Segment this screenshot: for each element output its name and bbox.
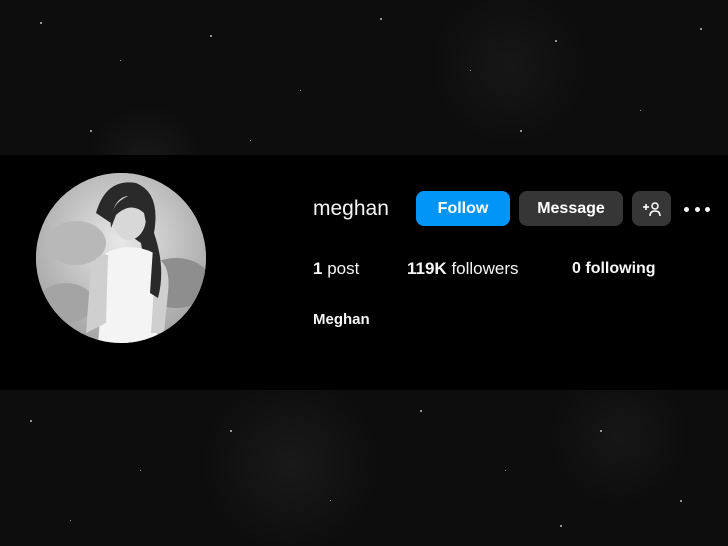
dot-icon (705, 206, 710, 212)
person-plus-icon (642, 201, 661, 216)
followers-count: 119K (407, 259, 447, 278)
follow-button[interactable]: Follow (416, 191, 510, 226)
following-label: following (585, 260, 656, 277)
avatar[interactable] (36, 173, 206, 343)
following-stat[interactable]: 0 following (572, 258, 656, 280)
followers-stat[interactable]: 119K followers (407, 258, 519, 280)
dot-icon (684, 206, 689, 212)
dot-icon (694, 206, 700, 212)
profile-photo-icon (36, 173, 206, 343)
display-name: Meghan (313, 311, 370, 328)
profile-username: meghan (313, 197, 389, 220)
following-count: 0 (572, 260, 581, 277)
more-options-icon[interactable] (684, 200, 710, 218)
posts-label: post (327, 259, 360, 278)
posts-stat[interactable]: 1 post (313, 258, 359, 280)
followers-label: followers (451, 259, 519, 278)
message-button[interactable]: Message (519, 191, 623, 226)
add-user-button[interactable] (632, 191, 671, 226)
posts-count: 1 (313, 259, 323, 278)
